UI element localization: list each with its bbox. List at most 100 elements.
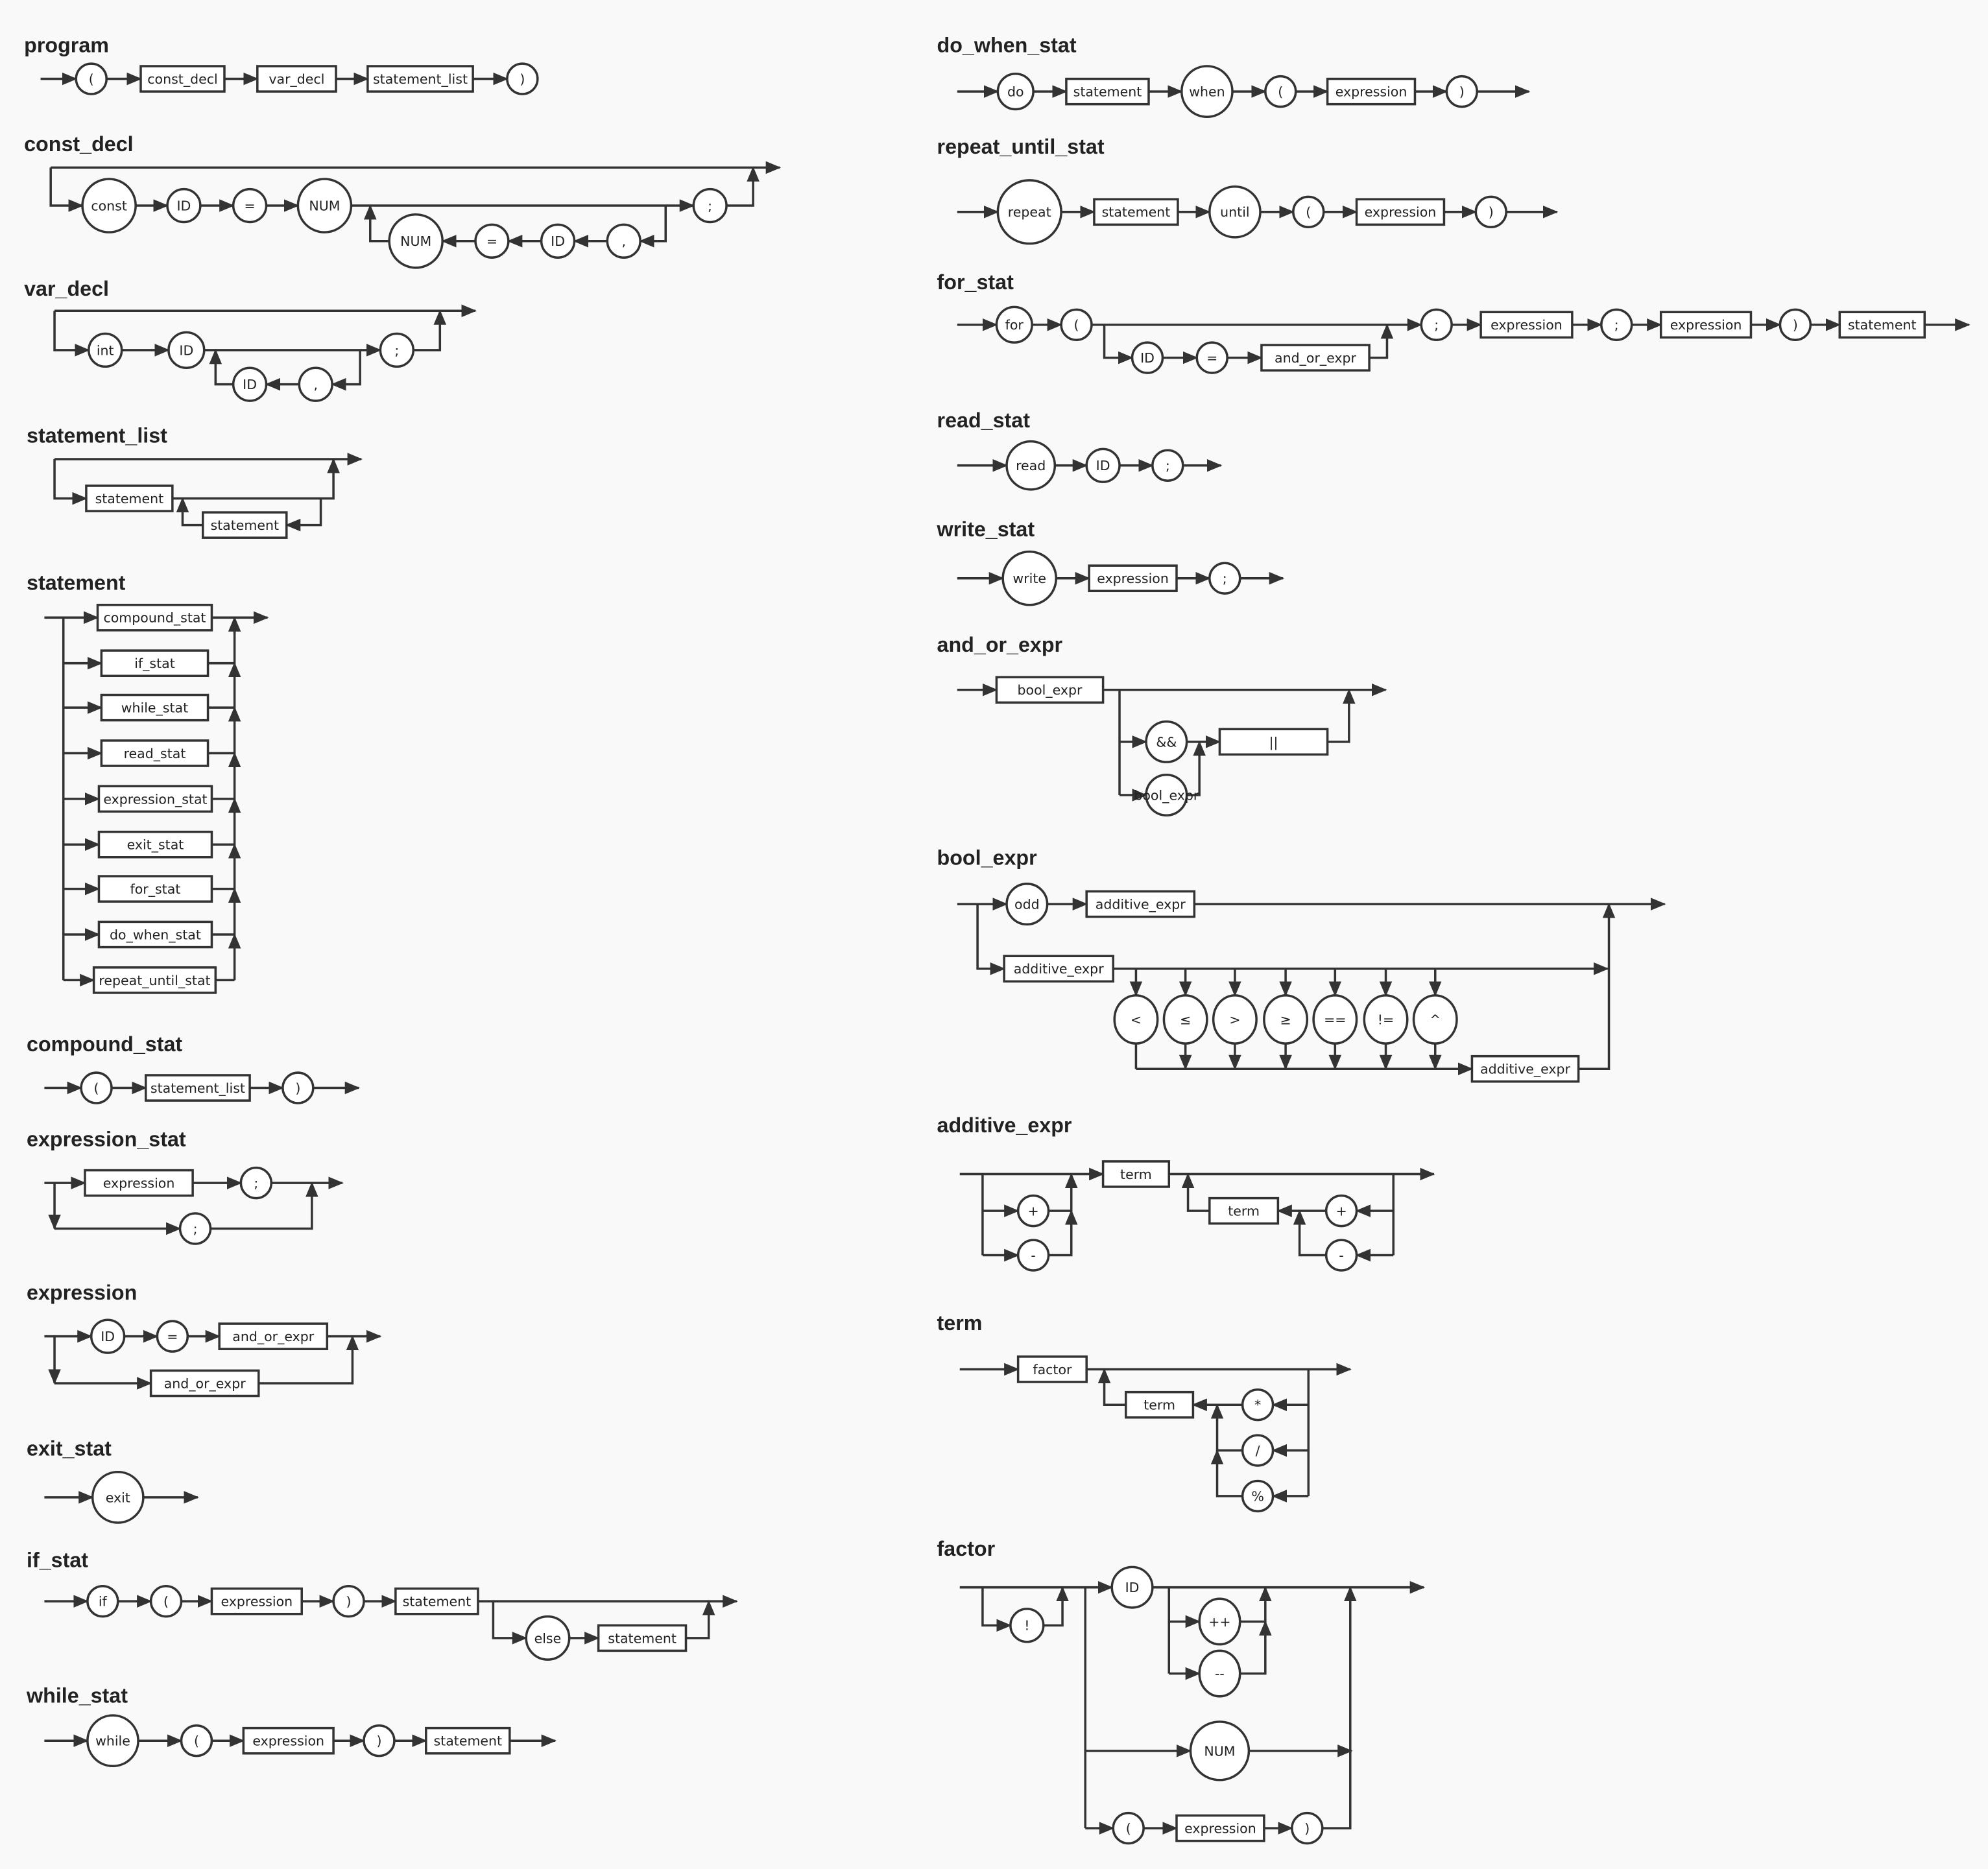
node-label: statement bbox=[1102, 204, 1171, 220]
connector-arrow bbox=[639, 206, 667, 248]
node-label: ID bbox=[551, 233, 565, 249]
diagram-bool-expr: bool_exprodd additive_expr additive_expr < ≤… bbox=[937, 846, 1580, 1083]
node-label: statement_list bbox=[373, 71, 468, 87]
node-label: expression bbox=[1097, 571, 1169, 586]
node-label: ; bbox=[1434, 317, 1439, 333]
node-label: expression_stat bbox=[103, 791, 207, 807]
node-label: ( bbox=[194, 1733, 199, 1749]
diagram-title: write_stat bbox=[937, 518, 1035, 541]
node-label: + bbox=[1027, 1204, 1038, 1219]
diagram-if-stat: if_statif (expression) statement else statem… bbox=[27, 1548, 688, 1661]
node-label: ++ bbox=[1208, 1614, 1230, 1630]
diagram-statement: statement compound_stat if_stat while_statr… bbox=[27, 571, 217, 994]
node-label: ≤ bbox=[1180, 1012, 1191, 1027]
node-label: / bbox=[1256, 1443, 1260, 1458]
node-label: ^ bbox=[1430, 1012, 1441, 1027]
node-label: > bbox=[1229, 1012, 1240, 1027]
node-label: else bbox=[534, 1630, 562, 1646]
connector-arrow bbox=[1240, 1620, 1272, 1675]
node-label: repeat bbox=[1008, 204, 1051, 220]
node-label: ; bbox=[1166, 458, 1170, 473]
diagram-additive-expr: additive_exprterm + - + - term bbox=[937, 1113, 1358, 1272]
connector-arrow bbox=[331, 350, 361, 391]
connector-arrow bbox=[364, 204, 390, 243]
diagram-term: term factor * /% term bbox=[937, 1311, 1275, 1513]
node-label: expression bbox=[252, 1733, 324, 1749]
node-label: ID bbox=[243, 377, 257, 392]
diagram-repeat-until-stat: repeat_until_statrepeat statement until (ex… bbox=[937, 135, 1507, 245]
node-label: ID bbox=[1096, 458, 1110, 473]
connector-arrow bbox=[1210, 1403, 1243, 1452]
node-label: ) bbox=[1793, 317, 1798, 333]
node-label: expression bbox=[1184, 1821, 1256, 1837]
diagram-exit-stat: exit_statexit bbox=[27, 1436, 145, 1524]
node-label: do_when_stat bbox=[110, 927, 201, 942]
node-label: , bbox=[313, 377, 318, 392]
diagram-title: statement bbox=[27, 571, 126, 594]
diagram-var-decl: var_declint ID ;, ID bbox=[24, 277, 414, 402]
diagram-read-stat: read_statread ID; bbox=[937, 409, 1184, 491]
node-label: statement bbox=[95, 491, 164, 506]
node-label: additive_expr bbox=[1096, 897, 1186, 912]
node-label: and_or_expr bbox=[1275, 350, 1357, 366]
diagram-for-stat: for_statfor (; expression; expression) state… bbox=[937, 270, 1926, 374]
node-label: ID bbox=[177, 198, 191, 213]
connector-arrow bbox=[1293, 1209, 1326, 1257]
connector-arrow bbox=[285, 498, 322, 532]
connector-arrow bbox=[981, 1587, 1012, 1632]
node-label: % bbox=[1251, 1488, 1264, 1504]
node-label: ) bbox=[520, 71, 525, 87]
node-label: ID bbox=[179, 342, 193, 358]
node-label: statement bbox=[1848, 317, 1917, 333]
node-label: expression bbox=[1670, 317, 1742, 333]
node-label: for bbox=[1005, 317, 1024, 333]
node-label: ( bbox=[1074, 317, 1079, 333]
node-label: while bbox=[95, 1733, 130, 1749]
diagram-title: repeat_until_stat bbox=[937, 135, 1105, 158]
node-label: ; bbox=[708, 198, 712, 213]
connector-arrow bbox=[1048, 1173, 1078, 1212]
diagram-while-stat: while_statwhile (expression) statement bbox=[26, 1684, 511, 1768]
diagram-title: term bbox=[937, 1311, 983, 1335]
node-label: statement bbox=[433, 1733, 502, 1749]
node-label: until bbox=[1220, 204, 1249, 220]
node-label: and_or_expr bbox=[164, 1375, 246, 1391]
diagram-title: var_decl bbox=[24, 277, 109, 300]
diagram-title: expression_stat bbox=[27, 1127, 186, 1150]
node-label: write bbox=[1012, 571, 1046, 586]
node-label: const bbox=[91, 198, 127, 213]
node-label: do bbox=[1007, 84, 1024, 100]
node-label: repeat_until_stat bbox=[99, 973, 210, 988]
node-label: NUM bbox=[309, 198, 340, 213]
diagram-title: const_decl bbox=[24, 132, 133, 156]
node-label: - bbox=[1339, 1248, 1343, 1263]
node-label: * bbox=[1254, 1398, 1261, 1413]
connector-arrow bbox=[1103, 324, 1134, 364]
diagram-title: bool_expr bbox=[937, 846, 1038, 869]
connector-arrow bbox=[1578, 903, 1616, 1070]
node-label: statement bbox=[1073, 84, 1142, 100]
node-label: ) bbox=[295, 1080, 300, 1096]
node-label: bool_expr bbox=[1018, 682, 1083, 698]
connector-arrow bbox=[49, 167, 84, 212]
node-label: = bbox=[167, 1329, 178, 1344]
connector-arrow bbox=[209, 348, 234, 386]
node-label: = bbox=[244, 198, 255, 213]
diagram-compound-stat: compound_stat (statement_list) bbox=[27, 1032, 315, 1104]
connector-arrow bbox=[172, 458, 340, 500]
connector-arrow bbox=[1240, 1586, 1272, 1623]
diagram-title: while_stat bbox=[26, 1684, 128, 1708]
connector-arrow bbox=[53, 311, 90, 357]
diagram-and-or-expr: and_or_expr bool_expr && || bool_expr bbox=[937, 633, 1329, 817]
node-label: ; bbox=[394, 342, 399, 358]
connector-arrow bbox=[1043, 1586, 1069, 1627]
node-label: ; bbox=[1614, 317, 1619, 333]
node-label: when bbox=[1189, 84, 1225, 100]
node-label: ! bbox=[1024, 1618, 1029, 1634]
node-label: term bbox=[1228, 1204, 1260, 1219]
connector-arrow bbox=[1097, 1368, 1126, 1406]
diagram-title: expression bbox=[27, 1281, 137, 1304]
node-label: expression bbox=[1335, 84, 1407, 100]
connector-arrow bbox=[1210, 1449, 1243, 1497]
node-label: int bbox=[97, 342, 114, 358]
